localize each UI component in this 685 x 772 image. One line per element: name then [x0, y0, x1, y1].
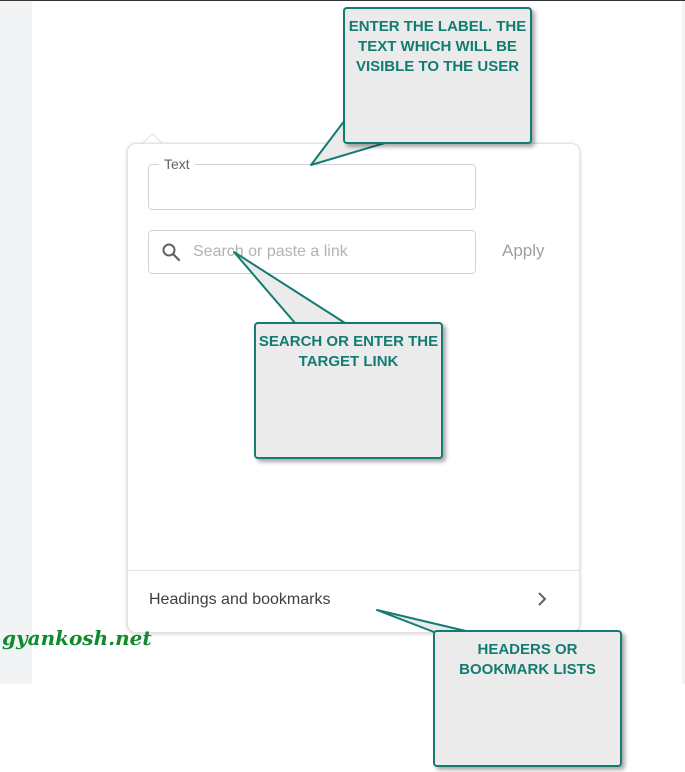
watermark: gyankosh.net — [2, 626, 152, 650]
callout-enter-label: ENTER THE LABEL. THE TEXT WHICH WILL BE … — [343, 7, 532, 144]
callout-target-link-text: SEARCH OR ENTER THE TARGET LINK — [258, 333, 439, 370]
link-text-field-label: Text — [159, 156, 195, 172]
link-text-field[interactable]: Text — [148, 156, 476, 210]
chevron-right-icon — [538, 592, 547, 606]
link-search-input[interactable]: Search or paste a link — [148, 230, 476, 274]
callout-target-link: SEARCH OR ENTER THE TARGET LINK — [254, 322, 443, 459]
link-search-placeholder: Search or paste a link — [193, 243, 348, 260]
headings-and-bookmarks-row[interactable]: Headings and bookmarks — [128, 571, 579, 631]
headings-and-bookmarks-label: Headings and bookmarks — [149, 591, 331, 608]
search-icon — [162, 243, 181, 262]
callout-enter-label-text: ENTER THE LABEL. THE TEXT WHICH WILL BE … — [348, 18, 527, 75]
callout-bookmark-lists-text: HEADERS OR BOOKMARK LISTS — [459, 641, 596, 678]
callout-bookmark-lists: HEADERS OR BOOKMARK LISTS — [433, 630, 622, 767]
apply-button[interactable]: Apply — [502, 241, 545, 261]
document-left-margin — [0, 1, 32, 684]
